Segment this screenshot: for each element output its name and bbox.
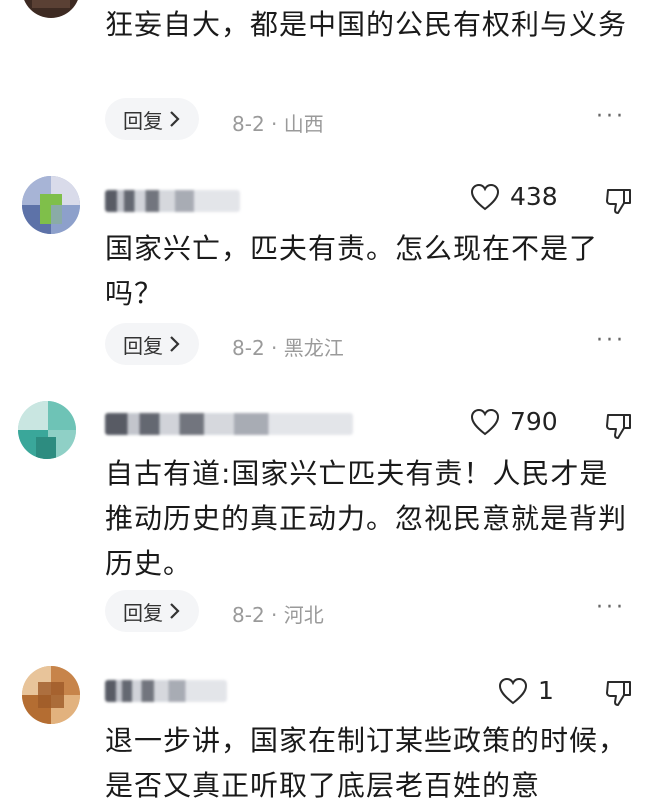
like-button[interactable]: 790 (470, 407, 558, 436)
comment-text: 退一步讲，国家在制订某些政策的时候，是否又真正听取了底层老百姓的意 (105, 724, 628, 802)
comment-text: 国家兴亡，匹夫有责。怎么现在不是了吗？ (105, 232, 599, 310)
comment-text: 狂妄自大，都是中国的公民有权利与义务 (105, 8, 628, 41)
comment-date: 8-2 (232, 603, 265, 627)
heart-outline-icon (470, 408, 500, 435)
comment-meta: 8-2 · 黑龙江 (232, 332, 344, 361)
like-button[interactable]: 438 (470, 182, 558, 211)
reply-label: 回复 (123, 108, 163, 133)
like-count: 1 (538, 676, 554, 705)
comment-location: 山西 (283, 112, 324, 136)
reply-label: 回复 (123, 333, 163, 358)
reply-button[interactable]: 回复 (105, 98, 199, 140)
avatar[interactable] (22, 666, 80, 724)
username-redacted (105, 680, 227, 702)
like-count: 438 (510, 182, 558, 211)
more-options-button[interactable]: ··· (596, 104, 626, 129)
comment-meta: 8-2 · 山西 (232, 108, 324, 137)
meta-separator: · (271, 112, 284, 136)
comment-location: 河北 (283, 603, 324, 627)
avatar[interactable] (22, 0, 80, 18)
reply-button[interactable]: 回复 (105, 590, 199, 632)
reply-button[interactable]: 回复 (105, 323, 199, 365)
chevron-right-icon (170, 603, 180, 619)
more-options-button[interactable]: ··· (596, 328, 626, 353)
comment-list: 狂妄自大，都是中国的公民有权利与义务 回复 8-2 · 山西 ··· 438 国… (0, 0, 652, 812)
more-options-button[interactable]: ··· (596, 595, 626, 620)
avatar[interactable] (22, 176, 80, 234)
comment-text: 自古有道:国家兴亡匹夫有责！人民才是推动历史的真正动力。忽视民意就是背判历史。 (105, 457, 628, 580)
meta-separator: · (271, 603, 284, 627)
thumbs-down-outline-icon[interactable] (604, 411, 634, 441)
like-button[interactable]: 1 (498, 676, 554, 705)
like-count: 790 (510, 407, 558, 436)
comment-location: 黑龙江 (283, 336, 344, 360)
chevron-right-icon (170, 111, 180, 127)
username-redacted (105, 190, 240, 212)
heart-outline-icon (470, 183, 500, 210)
comment-date: 8-2 (232, 112, 265, 136)
reply-label: 回复 (123, 600, 163, 625)
username-redacted (105, 413, 353, 435)
comment-meta: 8-2 · 河北 (232, 599, 324, 628)
thumbs-down-outline-icon[interactable] (604, 186, 634, 216)
avatar[interactable] (18, 401, 76, 459)
meta-separator: · (271, 336, 284, 360)
thumbs-down-outline-icon[interactable] (604, 678, 634, 708)
chevron-right-icon (170, 336, 180, 352)
comment-date: 8-2 (232, 336, 265, 360)
heart-outline-icon (498, 677, 528, 704)
